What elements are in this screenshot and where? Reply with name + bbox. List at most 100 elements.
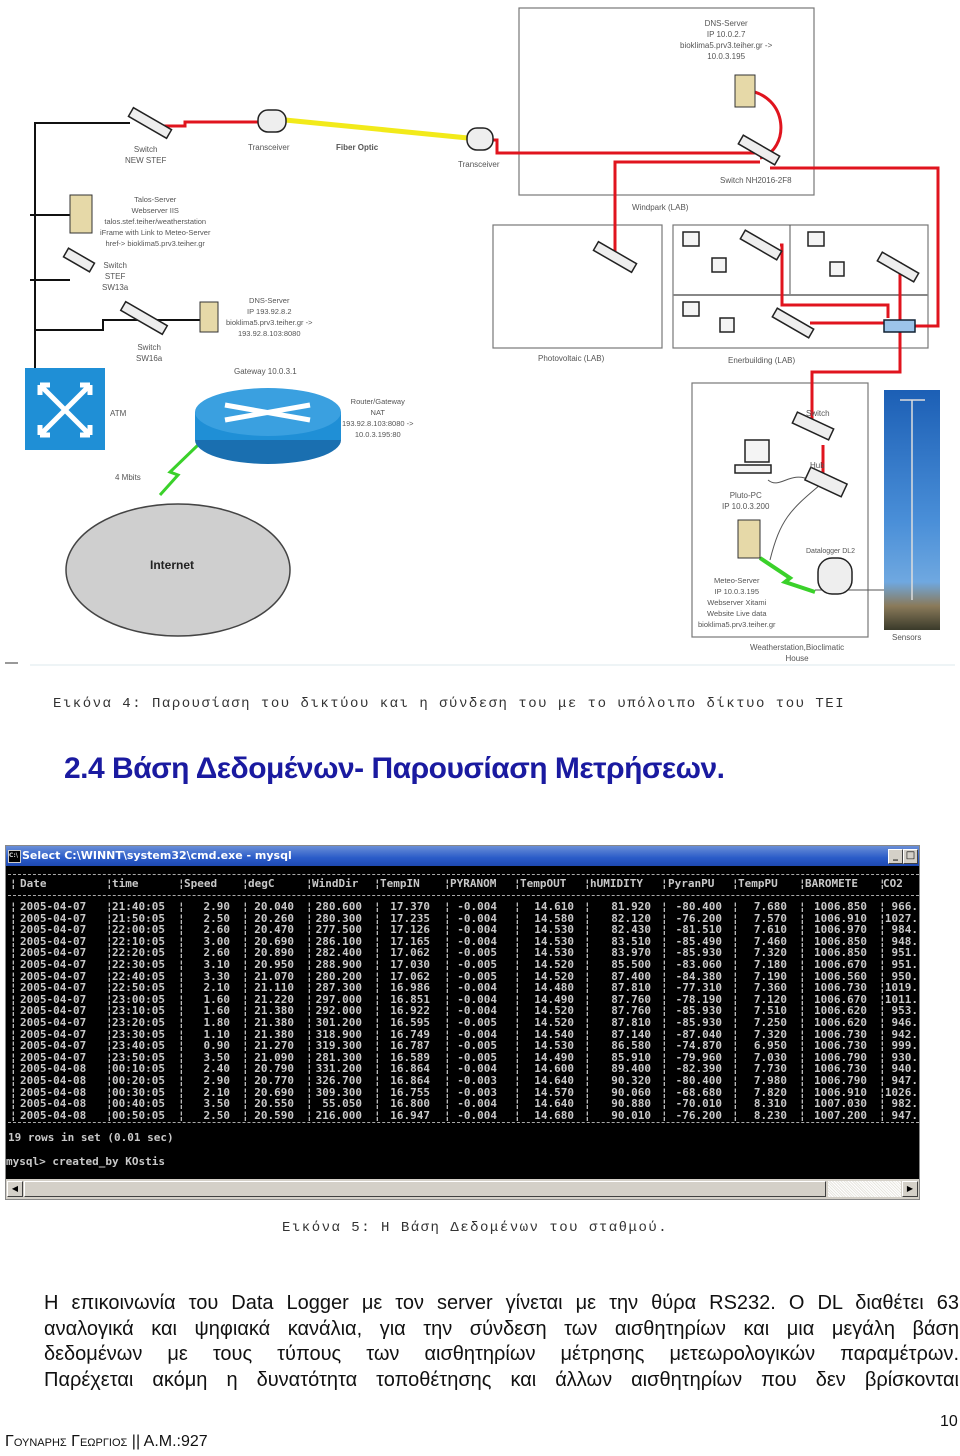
column-separator: ¦ xyxy=(178,1108,185,1122)
column-header: Speed xyxy=(184,877,218,890)
router-device-icon xyxy=(883,319,916,333)
section-heading: 2.4 Βάση Δεδομένων- Παρουσίαση Μετρήσεων… xyxy=(64,752,725,785)
scroll-left-arrow-icon[interactable]: ◀ xyxy=(7,1181,23,1197)
column-header: CO2 xyxy=(883,877,903,890)
column-header: PYRANOM xyxy=(450,877,497,890)
footer-author: Γουναρης Γεωργιος || Α.Μ.:927 xyxy=(5,1433,208,1450)
switch-nh-label: Switch NH2016-2F8 xyxy=(720,176,792,185)
table-cell: -0.004 xyxy=(457,1108,497,1122)
column-separator: ¦ xyxy=(732,1108,739,1122)
atm-label: ATM xyxy=(110,409,127,418)
table-cell: 8.230 xyxy=(753,1108,787,1122)
scrollbar-track[interactable] xyxy=(828,1181,901,1197)
column-separator: ¦ xyxy=(661,877,668,890)
column-header: degC xyxy=(248,877,275,890)
console-title-bar[interactable]: C:\ Select C:\WINNT\system32\cmd.exe - m… xyxy=(6,846,919,866)
column-header: BAROMETE xyxy=(805,877,858,890)
scrollbar-thumb[interactable] xyxy=(24,1181,826,1197)
weatherstation-label: Weatherstation,Bioclimatic House xyxy=(750,643,845,663)
column-header: PyranPU xyxy=(668,877,715,890)
body-paragraph-line: δεδομένων με τους τύπους των αισθητηρίων… xyxy=(44,1343,959,1365)
table-cell: 00:50:05 xyxy=(112,1108,165,1122)
bandwidth-label: 4 Mbits xyxy=(115,473,141,482)
dns-server-right-label: DNS-Server IP 10.0.2.7 bioklima5.prv3.teih… xyxy=(680,19,773,61)
datalogger-label: Datalogger DL2 xyxy=(806,548,856,555)
switch-new-stef-label: Switch NEW STEF xyxy=(125,145,167,165)
document-page: Switch NEW STEF Transceiver Fiber Optic T… xyxy=(0,0,960,1456)
query-result-line: 19 rows in set (0.01 sec) xyxy=(8,1131,174,1144)
switch-ws-label: Switch xyxy=(806,409,830,418)
table-header-row: ¦ ¦ ¦ ¦ ¦ ¦ ¦ ¦ ¦ ¦ ¦ ¦ ¦ Date time Speed degC WindDir Tem… xyxy=(6,878,919,890)
column-header: TempPU xyxy=(738,877,778,890)
table-cell: 2.50 xyxy=(203,1108,231,1122)
console-icon: C:\ xyxy=(8,850,21,863)
transceiver-left-label: Transceiver xyxy=(248,143,290,152)
column-separator: ¦ xyxy=(444,1108,451,1122)
gateway-label: Gateway 10.0.3.1 xyxy=(234,367,297,376)
mysql-console-window: C:\ Select C:\WINNT\system32\cmd.exe - m… xyxy=(5,845,920,1200)
fiber-optic-label: Fiber Optic xyxy=(336,143,379,152)
table-cell: 14.680 xyxy=(534,1108,574,1122)
network-diagram: Switch NEW STEF Transceiver Fiber Optic T… xyxy=(0,0,960,670)
body-paragraph-line: αναλογικά και ψηφιακά κανάλια, για την σ… xyxy=(44,1317,959,1340)
table-cell: 20.590 xyxy=(254,1108,294,1122)
server-icons xyxy=(69,74,761,559)
meteo-server-label: Meteo-Server IP 10.0.3.195 Webserver Xitam… xyxy=(698,576,776,629)
transceiver-right-label: Transceiver xyxy=(458,160,500,169)
windpark-label: Windpark (LAB) xyxy=(632,203,689,212)
horizontal-scrollbar[interactable]: ◀ ▶ xyxy=(6,1179,919,1199)
wireless-link-atm-router xyxy=(158,443,200,497)
column-separator: ¦ xyxy=(514,1108,521,1122)
pluto-pc-label: Pluto-PC IP 10.0.3.200 xyxy=(722,491,770,511)
mysql-prompt-line[interactable]: mysql> created_by KOstis xyxy=(6,1156,919,1168)
network-diagram-drawing xyxy=(5,7,955,666)
column-separator: ¦ xyxy=(306,1108,313,1122)
body-paragraph-line: Η επικοινωνία του Data Logger με τον ser… xyxy=(44,1292,959,1314)
table-cell: 90.010 xyxy=(611,1108,651,1122)
column-separator: ¦ xyxy=(374,1108,381,1122)
photovoltaic-label: Photovoltaic (LAB) xyxy=(538,354,605,363)
column-header: time xyxy=(112,877,139,890)
table-cell: -76.200 xyxy=(675,1108,722,1122)
column-header: TempIN xyxy=(380,877,420,890)
column-separator: ¦ xyxy=(879,1108,886,1122)
enerbuilding-label: Enerbuilding (LAB) xyxy=(728,356,796,365)
switch-sw16a-label: Switch SW16a xyxy=(136,343,163,363)
table-cell: 16.947 xyxy=(390,1108,430,1122)
table-border xyxy=(8,1122,919,1129)
column-separator: ¦ xyxy=(584,1108,591,1122)
column-header: TempOUT xyxy=(520,877,567,890)
console-title: Select C:\WINNT\system32\cmd.exe - mysql xyxy=(22,849,292,862)
table-cell: 947. xyxy=(891,1108,919,1122)
column-separator: ¦ xyxy=(661,1108,668,1122)
body-paragraph-line: Παρέχεται ακόμη η δυνατότητα τοποθέτησης… xyxy=(44,1368,959,1391)
minimize-button[interactable]: _ xyxy=(888,849,903,864)
table-cell: 2005-04-08 xyxy=(20,1108,87,1122)
internet-label: Internet xyxy=(150,558,195,572)
switch-stef-label: Switch STEF SW13a xyxy=(102,261,129,292)
column-separator: ¦ xyxy=(242,1108,249,1122)
talos-server-label: Talos-Server Webserver IIS talos.stef.teih… xyxy=(100,195,211,248)
table-row: ¦ ¦ ¦ ¦ ¦ ¦ ¦ ¦ ¦ ¦ ¦ ¦ ¦ 2005-04-08 00:50:05 2.50 20.59… xyxy=(6,1108,919,1122)
column-separator: ¦ xyxy=(10,1108,17,1122)
photovoltaic-box xyxy=(492,224,663,349)
hub-label: Hub xyxy=(810,461,825,470)
maximize-button[interactable]: □ xyxy=(903,849,918,864)
fiber-optic-link xyxy=(284,117,469,141)
dns-server-left-label: DNS-Server IP 193.92.8.2 bioklima5.prv3.te… xyxy=(226,296,313,338)
pc-icons xyxy=(682,231,845,474)
datalogger-icon xyxy=(817,557,853,595)
column-separator: ¦ xyxy=(799,1108,806,1122)
table-cell: 216.000 xyxy=(315,1108,362,1122)
router-label: Router/Gateway NAT 193.92.8.103:8080 -> 10.… xyxy=(342,397,414,439)
table-cell: 1007.200 xyxy=(814,1108,867,1122)
scroll-right-arrow-icon[interactable]: ▶ xyxy=(902,1181,918,1197)
column-header: hUMIDITY xyxy=(590,877,643,890)
column-header: Date xyxy=(20,877,47,890)
column-header: WindDir xyxy=(312,877,359,890)
figure-5-caption: Εικόνα 5: Η Βάση Δεδομένων του σταθμού. xyxy=(282,1220,669,1236)
console-output: ¦ ¦ ¦ ¦ ¦ ¦ ¦ ¦ ¦ ¦ ¦ ¦ ¦ Date time Speed degC WindDir Tem… xyxy=(6,866,919,1179)
column-separator: ¦ xyxy=(10,877,17,890)
page-number: 10 xyxy=(940,1413,958,1430)
figure-4-caption: Εικόνα 4: Παρουσίαση του δικτύου και η σ… xyxy=(53,696,846,712)
